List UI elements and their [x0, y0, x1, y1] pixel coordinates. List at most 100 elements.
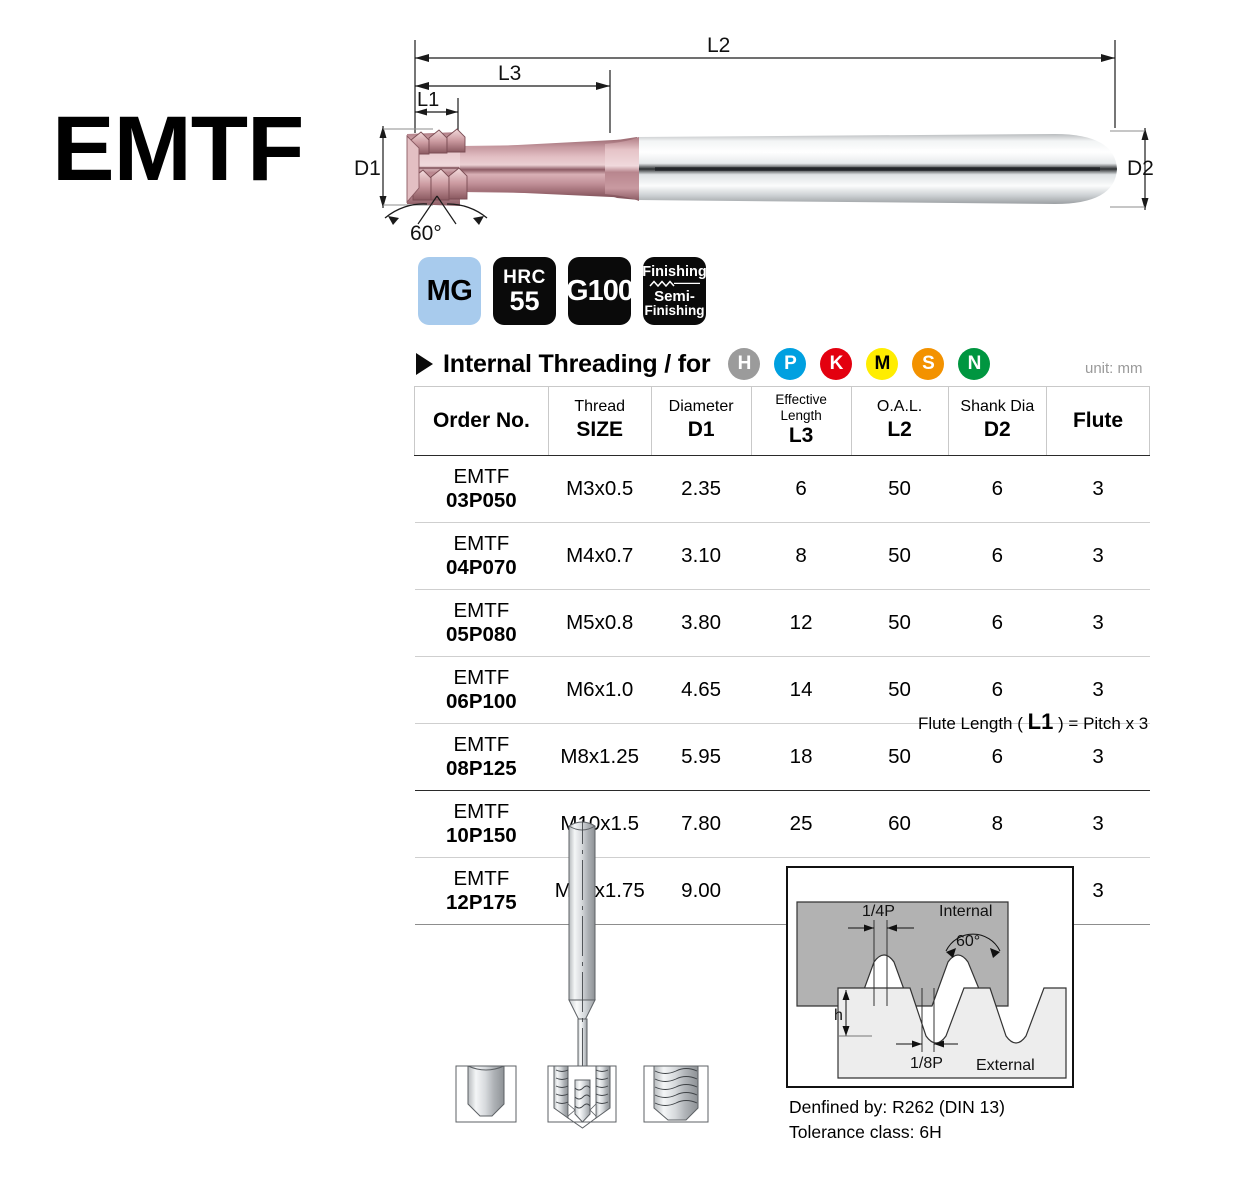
order-code: 03P050	[446, 489, 517, 513]
tool-drawing-svg: L2 L3 L1 D1 D2 60°	[354, 34, 1154, 245]
svg-text:L2: L2	[707, 34, 730, 57]
cell-l2: 60	[851, 790, 949, 859]
internal-label: Internal	[939, 903, 992, 920]
column-header-symbol: L2	[887, 417, 912, 441]
column-header-symbol: D1	[687, 417, 715, 441]
cell-l2: 50	[851, 455, 949, 524]
column-header-caption: Diameter	[668, 398, 734, 416]
cell-order-no: EMTF 05P080	[414, 589, 549, 658]
column-header-symbol: D2	[983, 417, 1011, 441]
column-header-l2: O.A.L. L2	[850, 385, 949, 457]
unit-label: unit: mm	[1085, 360, 1143, 377]
cell-flute: 3	[1046, 589, 1150, 658]
finishing-badge-semi-label: Semi-	[654, 288, 695, 305]
column-header-caption: Effective Length	[775, 392, 827, 423]
table-row[interactable]: EMTF 04P070 M4x0.7 3.10 8 50 6 3	[414, 522, 1150, 591]
column-header-d1: Diameter D1	[650, 385, 752, 457]
flute-note-pre: Flute Length (	[918, 714, 1028, 733]
h-label: h	[834, 1007, 843, 1024]
finishing-badge-bottom-label: Finishing	[644, 303, 705, 318]
svg-text:D1: D1	[355, 157, 381, 180]
material-circle-h: H	[728, 348, 761, 380]
svg-text:L1: L1	[417, 89, 439, 111]
cell-d2: 8	[948, 790, 1047, 859]
cell-d1: 5.95	[651, 723, 752, 792]
flute-length-note: Flute Length ( L1 ) = Pitch x 3	[918, 709, 1148, 735]
profile-caption-line2: Tolerance class: 6H	[789, 1122, 942, 1143]
order-prefix: EMTF	[453, 599, 510, 623]
material-circle-n: N	[958, 348, 991, 380]
flute-note-post: ) = Pitch x 3	[1053, 714, 1149, 733]
column-header-caption: O.A.L.	[876, 398, 923, 416]
hrc-badge: HRC 55	[493, 257, 556, 325]
eighth-p-label: 1/8P	[910, 1055, 943, 1072]
column-header-label: Order No.	[432, 408, 530, 432]
cell-l2: 50	[851, 522, 949, 591]
svg-text:L3: L3	[498, 62, 521, 85]
threading-process-illustration	[436, 812, 726, 1152]
grade-badge: G100	[566, 257, 634, 325]
external-label: External	[976, 1057, 1035, 1074]
profile-caption-line1: Denfined by: R262 (DIN 13)	[789, 1097, 1005, 1117]
order-code: 05P080	[446, 623, 517, 647]
zigzag-divider-icon	[648, 280, 700, 287]
column-header-order-no: Order No.	[414, 385, 549, 457]
column-header-symbol: SIZE	[576, 417, 624, 441]
page-title: EMTF	[52, 98, 304, 200]
finishing-badge: Finishing Semi- Finishing	[642, 257, 707, 325]
svg-text:D2: D2	[1127, 157, 1154, 180]
cell-thread-size: M6x1.0	[548, 656, 652, 725]
order-code: 06P100	[446, 690, 517, 714]
triangle-bullet-icon	[416, 353, 433, 375]
cell-l3: 6	[751, 455, 852, 524]
material-circle-m: M	[866, 348, 899, 380]
spec-table-header-row: Order No. Thread SIZE Diameter D1 Effective L…	[414, 385, 1150, 457]
column-header-symbol: L3	[788, 424, 814, 448]
flute-note-l1: L1	[1027, 709, 1054, 734]
cell-thread-size: M5x0.8	[548, 589, 652, 658]
cell-d2: 6	[948, 455, 1047, 524]
cell-thread-size: M8x1.25	[548, 723, 652, 792]
column-header-l3: Effective Length L3	[750, 385, 852, 457]
cell-l3: 12	[751, 589, 852, 658]
cell-l2: 50	[851, 589, 949, 658]
hrc-badge-label: HRC	[503, 266, 546, 288]
cell-l3: 8	[751, 522, 852, 591]
cell-order-no: EMTF 08P125	[414, 723, 549, 792]
cell-d1: 3.80	[651, 589, 752, 658]
table-row[interactable]: EMTF 05P080 M5x0.8 3.80 12 50 6 3	[414, 589, 1150, 658]
order-prefix: EMTF	[453, 666, 510, 690]
cell-flute: 3	[1046, 455, 1150, 524]
column-header-flute: Flute	[1046, 385, 1150, 457]
cell-thread-size: M3x0.5	[548, 455, 652, 524]
angle-60-label: 60°	[956, 933, 980, 950]
table-row[interactable]: EMTF 03P050 M3x0.5 2.35 6 50 6 3	[414, 455, 1150, 524]
order-code: 08P125	[446, 757, 517, 781]
order-code: 04P070	[446, 556, 517, 580]
cell-d1: 2.35	[651, 455, 752, 524]
cell-d1: 4.65	[651, 656, 752, 725]
tool-illustration: L2 L3 L1 D1 D2 60°	[354, 28, 1155, 245]
hrc-badge-value: 55	[509, 285, 540, 316]
badge-row: MG HRC 55 G100 Finishing Semi- Finishing	[418, 257, 707, 325]
cell-order-no: EMTF 03P050	[414, 455, 549, 524]
quarter-p-label: 1/4P	[862, 903, 895, 920]
finishing-badge-top-label: Finishing	[642, 263, 707, 280]
cell-l3: 18	[751, 723, 852, 792]
cell-flute: 3	[1046, 790, 1150, 859]
cell-d1: 3.10	[651, 522, 752, 591]
angle-label-60: 60°	[410, 222, 442, 243]
cell-order-no: EMTF 06P100	[414, 656, 549, 725]
spec-table-head: Order No. Thread SIZE Diameter D1 Effective L…	[414, 385, 1150, 457]
cell-l3: 25	[751, 790, 852, 859]
thread-profile-diagram: 1/4P Internal 60° h 1/8P External	[786, 866, 1074, 1088]
cell-thread-size: M4x0.7	[548, 522, 652, 591]
column-header-d2: Shank Dia D2	[947, 385, 1048, 457]
column-header-size: Thread SIZE	[547, 385, 652, 457]
cell-d2: 6	[948, 589, 1047, 658]
process-drawing-svg	[455, 820, 709, 1129]
column-header-caption: Shank Dia	[960, 398, 1035, 416]
material-circle-k: K	[820, 348, 853, 380]
grade-badge-label: G100	[566, 274, 634, 307]
thread-profile-svg: 1/4P Internal 60° h 1/8P External	[786, 866, 1074, 1088]
